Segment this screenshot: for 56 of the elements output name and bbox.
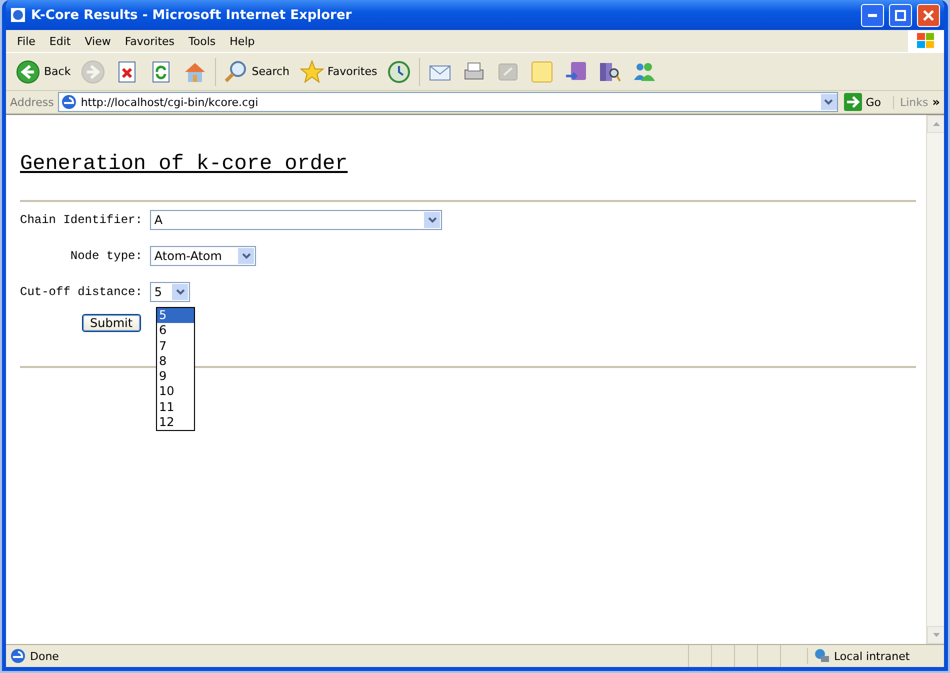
field-label: Node type: (69, 249, 142, 263)
window-title: K-Core Results - Microsoft Internet Explorer (31, 8, 353, 22)
arrow-icon (844, 93, 862, 111)
dropdown-option[interactable]: 5 (157, 308, 194, 324)
browser-icon (10, 7, 26, 23)
minimize-button[interactable] (861, 4, 884, 26)
dropdown-option[interactable]: 12 (157, 415, 194, 430)
caret-icon (824, 99, 834, 105)
dropdown-option[interactable]: 8 (157, 354, 194, 370)
caret-icon (176, 289, 185, 295)
menu-item[interactable]: Edit (42, 34, 78, 48)
down-arrow-icon (932, 633, 940, 637)
address-field[interactable]: http://localhost/cgi-bin/kcore.cgi (58, 92, 838, 112)
maximize-icon (895, 10, 906, 20)
maximize-button[interactable] (889, 4, 912, 26)
field-label: Cut-off distance: (20, 285, 142, 299)
toolbar-button[interactable]: Search (220, 58, 294, 86)
select-field[interactable]: Atom-Atom (150, 246, 256, 266)
menu-item[interactable]: File (10, 34, 42, 48)
dropdown-option[interactable]: 10 (157, 384, 194, 400)
globe-page-icon (10, 648, 26, 664)
history-icon (387, 60, 412, 84)
select-field[interactable]: 5 (150, 282, 190, 302)
search-icon (224, 60, 248, 84)
favorites-icon (300, 60, 324, 84)
minimize-icon (868, 14, 877, 16)
caret-icon (242, 253, 251, 259)
flag-logo-icon (916, 32, 936, 50)
menu-item[interactable]: Help (222, 34, 262, 48)
zone-text: Local intranet (834, 650, 910, 662)
network-globe-icon (814, 648, 830, 664)
menu-item[interactable]: Favorites (118, 34, 182, 48)
toolbar-button[interactable]: Favorites (296, 58, 382, 86)
menu-item[interactable]: Tools (182, 34, 223, 48)
go-button[interactable]: Go (842, 93, 889, 111)
more-links[interactable]: » (932, 95, 940, 109)
field-label: Chain Identifier: (20, 213, 142, 227)
dropdown-option[interactable]: 11 (157, 400, 194, 416)
dropdown-option[interactable]: 7 (157, 338, 194, 354)
note-icon (530, 60, 554, 84)
select-field[interactable]: A (150, 210, 442, 230)
toolbar-button[interactable]: Back (12, 58, 75, 86)
submit-button[interactable]: Submit (82, 314, 141, 332)
menu-item[interactable]: View (78, 34, 118, 48)
caret-icon (428, 217, 437, 223)
close-icon (923, 10, 934, 20)
dropdown-option[interactable]: 6 (157, 323, 194, 339)
back-icon (16, 60, 40, 84)
page-heading: Generation of k-core order (20, 153, 349, 176)
status-text: Done (30, 650, 60, 662)
dropdown-option[interactable]: 9 (157, 369, 194, 384)
close-button[interactable] (917, 4, 940, 26)
address-label: Address (10, 96, 54, 108)
forward-icon (80, 60, 105, 84)
globe-page-icon (60, 94, 77, 110)
up-arrow-icon (932, 122, 940, 126)
